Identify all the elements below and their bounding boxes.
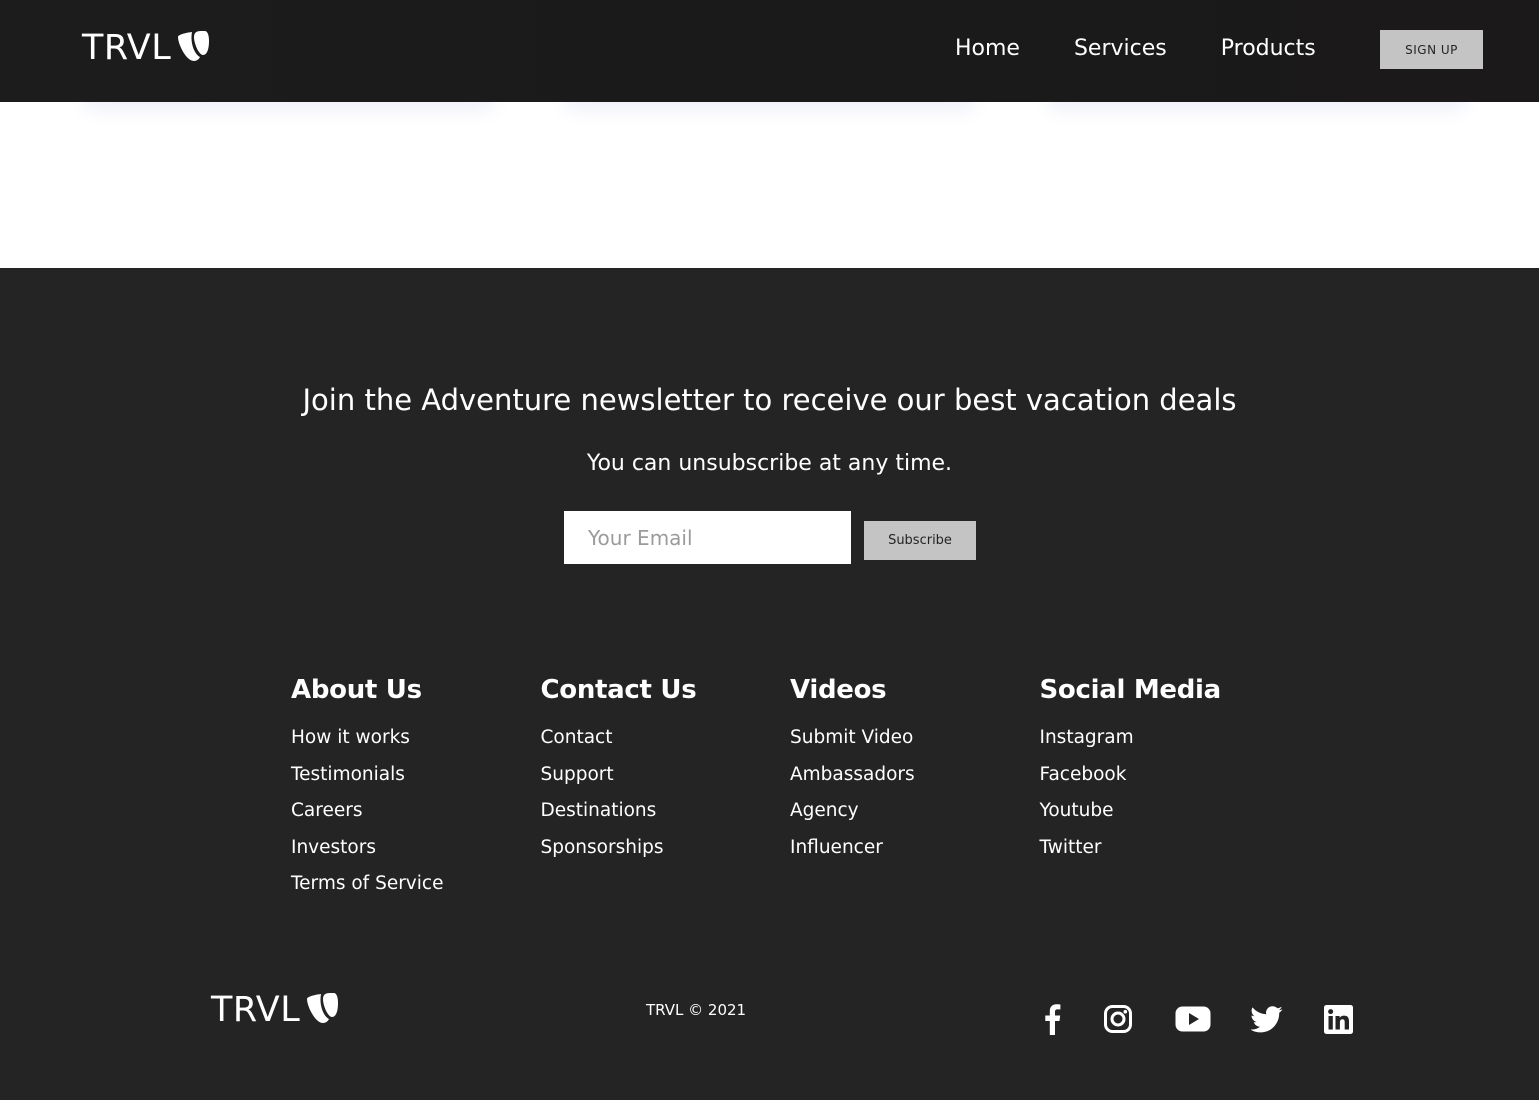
column-title: Social Media <box>1039 675 1222 705</box>
navbar: TRVL Home Services Products SIGN UP <box>0 0 1539 102</box>
signup-button[interactable]: SIGN UP <box>1380 30 1483 69</box>
nav-link-services[interactable]: Services <box>1074 30 1167 68</box>
footer-link[interactable]: Careers <box>291 793 541 830</box>
newsletter-heading: Join the Adventure newsletter to receive… <box>302 383 1237 417</box>
newsletter-subheading: You can unsubscribe at any time. <box>586 451 953 476</box>
footer-link[interactable]: Instagram <box>1040 720 1290 757</box>
footer-link[interactable]: Terms of Service <box>291 866 541 903</box>
column-title: Videos <box>790 675 887 705</box>
footer-column-contact: Contact Us Contact Support Destinations … <box>541 666 791 903</box>
footer: Join the Adventure newsletter to receive… <box>0 268 1539 1100</box>
footer-link[interactable]: Support <box>541 757 791 794</box>
content-area <box>0 102 1539 268</box>
subscribe-button[interactable]: Subscribe <box>864 521 976 560</box>
footer-link[interactable]: Ambassadors <box>790 757 1040 794</box>
footer-link[interactable]: Agency <box>790 793 1040 830</box>
footer-link[interactable]: Twitter <box>1040 830 1290 867</box>
linkedin-icon[interactable] <box>1323 1000 1353 1038</box>
nav-link-products[interactable]: Products <box>1221 30 1316 68</box>
footer-columns: About Us How it works Testimonials Caree… <box>291 666 1289 903</box>
nav-menu: Home Services Products <box>955 30 1316 68</box>
column-title: About Us <box>291 675 422 705</box>
footer-column-videos: Videos Submit Video Ambassadors Agency I… <box>790 666 1040 903</box>
nav-link-home[interactable]: Home <box>955 30 1020 68</box>
footer-link[interactable]: Submit Video <box>790 720 1040 757</box>
footer-link[interactable]: Influencer <box>790 830 1040 867</box>
footer-column-about: About Us How it works Testimonials Caree… <box>291 666 541 903</box>
typo3-logo-icon <box>177 29 210 67</box>
footer-link[interactable]: Facebook <box>1040 757 1290 794</box>
social-icons <box>1037 1000 1353 1038</box>
email-input[interactable] <box>564 511 851 564</box>
footer-link[interactable]: Youtube <box>1040 793 1290 830</box>
logo-text: TRVL <box>211 990 301 1030</box>
footer-link[interactable]: Sponsorships <box>541 830 791 867</box>
footer-link[interactable]: Destinations <box>541 793 791 830</box>
footer-link[interactable]: Testimonials <box>291 757 541 794</box>
navbar-logo[interactable]: TRVL <box>82 28 210 68</box>
footer-link[interactable]: How it works <box>291 720 541 757</box>
footer-logo[interactable]: TRVL <box>211 990 339 1030</box>
footer-column-social: Social Media Instagram Facebook Youtube … <box>1040 666 1290 903</box>
footer-link[interactable]: Contact <box>541 720 791 757</box>
typo3-logo-icon <box>306 991 339 1029</box>
twitter-icon[interactable] <box>1251 1000 1283 1038</box>
copyright-text: TRVL © 2021 <box>646 1001 747 1019</box>
instagram-icon[interactable] <box>1103 1000 1133 1038</box>
footer-link[interactable]: Investors <box>291 830 541 867</box>
youtube-icon[interactable] <box>1175 1000 1211 1038</box>
facebook-icon[interactable] <box>1037 1000 1067 1038</box>
column-title: Contact Us <box>540 675 697 705</box>
logo-text: TRVL <box>82 28 172 68</box>
